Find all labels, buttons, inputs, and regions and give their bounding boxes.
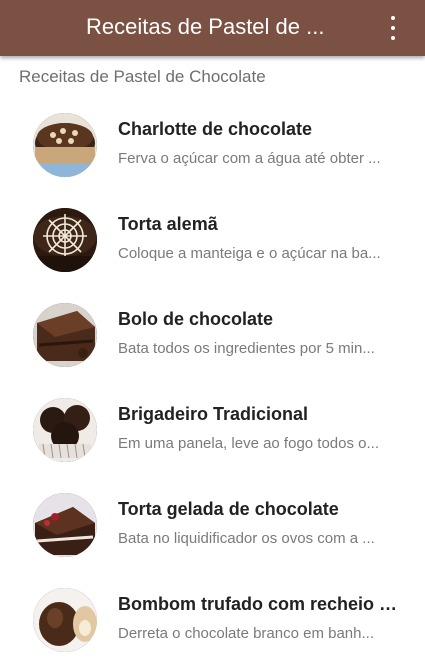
recipe-subtitle: Bata todos os ingredientes por 5 min... [118, 340, 375, 357]
recipe-list: Charlotte de chocolate Ferva o açúcar co… [0, 97, 425, 667]
recipe-list-item[interactable]: Charlotte de chocolate Ferva o açúcar co… [0, 97, 425, 192]
recipe-subtitle: Em uma panela, leve ao fogo todos o... [118, 435, 379, 452]
recipe-title: Bolo de chocolate [118, 309, 274, 329]
recipe-subtitle: Coloque a manteiga e o açúcar na ba... [118, 245, 381, 262]
recipe-list-item[interactable]: Torta alemã Coloque a manteiga e o açúca… [0, 192, 425, 287]
app-bar-title: Receitas de Pastel de ... [86, 14, 325, 39]
recipe-title: Torta gelada de chocolate [118, 499, 339, 519]
section-header: Receitas de Pastel de Chocolate [19, 67, 266, 86]
recipe-list-item[interactable]: Bombom trufado com recheio d... Derreta … [0, 572, 425, 667]
recipe-thumbnail [33, 398, 97, 462]
recipe-thumbnail [33, 113, 97, 177]
recipe-title: Torta alemã [118, 214, 218, 234]
recipe-title: Bombom trufado com recheio d... [118, 594, 404, 614]
recipe-subtitle: Derreta o chocolate branco em banh... [118, 625, 374, 642]
recipe-subtitle: Ferva o açúcar com a água até obter ... [118, 150, 381, 167]
recipe-list-item[interactable]: Torta gelada de chocolate Bata no liquid… [0, 477, 425, 572]
recipe-title: Charlotte de chocolate [118, 119, 313, 139]
recipe-thumbnail [33, 303, 97, 367]
recipe-subtitle: Bata no liquidificador os ovos com a ... [118, 530, 375, 547]
recipe-list-item[interactable]: Bolo de chocolate Bata todos os ingredie… [0, 287, 425, 382]
more-vert-icon[interactable] [389, 16, 397, 40]
recipe-thumbnail [33, 208, 97, 272]
recipe-thumbnail [33, 588, 97, 652]
app-bar: Receitas de Pastel de ... [0, 0, 425, 56]
recipe-title: Brigadeiro Tradicional [118, 404, 309, 424]
recipe-list-item[interactable]: Brigadeiro Tradicional Em uma panela, le… [0, 382, 425, 477]
recipe-thumbnail [33, 493, 97, 557]
